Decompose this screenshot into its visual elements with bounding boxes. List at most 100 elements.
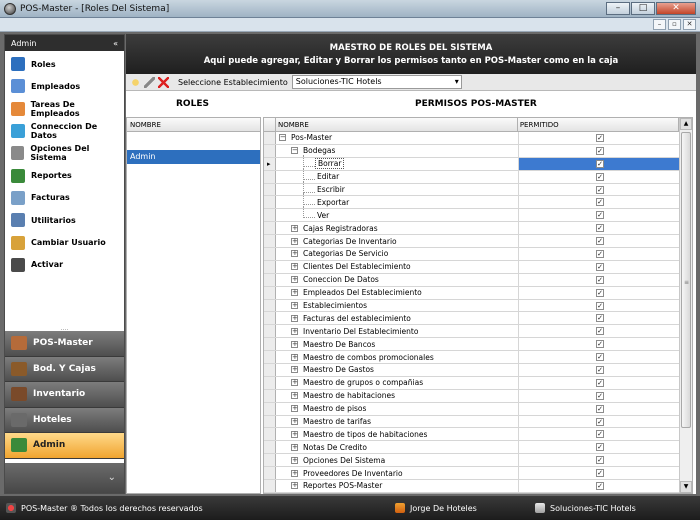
allowed-checkbox[interactable]: ✓ — [596, 365, 604, 374]
sidebar-item-reportes[interactable]: Reportes — [5, 164, 124, 186]
sidebar-item-tareas-de-empleados[interactable]: Tareas De Empleados — [5, 98, 124, 120]
allowed-checkbox[interactable]: ✓ — [596, 417, 604, 426]
permission-row[interactable]: + Proveedores De Inventario ✓ — [264, 467, 681, 481]
expand-node-icon[interactable]: + — [291, 443, 298, 451]
row-selector[interactable] — [264, 157, 276, 170]
permission-row[interactable]: Escribir ✓ — [264, 180, 681, 197]
add-icon[interactable] — [130, 76, 141, 88]
permission-row[interactable]: + Maestro de habitaciones ✓ — [264, 389, 681, 403]
permission-row[interactable]: Ver ✓ — [264, 206, 681, 223]
expand-node-icon[interactable]: + — [291, 405, 298, 413]
allowed-checkbox[interactable]: ✓ — [596, 262, 604, 271]
sidebar-item-cambiar-usuario[interactable]: Cambiar Usuario — [5, 231, 124, 253]
expand-node-icon[interactable]: + — [291, 353, 298, 361]
expand-node-icon[interactable]: + — [291, 379, 298, 387]
permission-row[interactable]: + Categorias De Servicio ✓ — [264, 248, 681, 261]
allowed-checkbox[interactable]: ✓ — [596, 430, 604, 439]
row-selector[interactable] — [264, 209, 276, 222]
child-minimize-button[interactable]: – — [653, 19, 666, 30]
expand-node-icon[interactable]: + — [291, 327, 298, 335]
section-admin[interactable]: Admin — [5, 433, 124, 459]
permission-row[interactable]: + Facturas del establecimiento ✓ — [264, 312, 681, 326]
permission-row[interactable]: + Clientes Del Establecimiento ✓ — [264, 260, 681, 274]
allowed-checkbox[interactable]: ✓ — [596, 391, 604, 400]
permission-row[interactable]: − Bodegas ✓ — [264, 144, 681, 158]
permission-row[interactable]: + Empleados Del Establecimiento ✓ — [264, 286, 681, 300]
allowed-checkbox[interactable]: ✓ — [596, 481, 604, 490]
expand-node-icon[interactable]: + — [291, 314, 298, 322]
allowed-checkbox[interactable]: ✓ — [596, 133, 604, 142]
row-selector[interactable] — [264, 415, 276, 428]
delete-icon[interactable] — [158, 76, 169, 88]
allowed-checkbox[interactable]: ✓ — [596, 378, 604, 387]
row-selector[interactable] — [264, 325, 276, 338]
expand-node-icon[interactable]: + — [291, 392, 298, 400]
sidebar-item-opciones-del-sistema[interactable]: Opciones Del Sistema — [5, 142, 124, 164]
row-selector[interactable] — [264, 144, 276, 157]
close-button[interactable]: ✕ — [656, 2, 696, 15]
permission-row[interactable]: Editar ✓ — [264, 167, 681, 184]
row-selector[interactable] — [264, 312, 276, 325]
expand-node-icon[interactable]: + — [291, 237, 298, 245]
row-selector[interactable] — [264, 170, 276, 183]
row-selector[interactable] — [264, 402, 276, 415]
permission-row[interactable]: + Maestro de tipos de habitaciones ✓ — [264, 428, 681, 442]
allowed-checkbox[interactable]: ✓ — [596, 456, 604, 465]
allowed-checkbox[interactable]: ✓ — [596, 237, 604, 246]
permission-row[interactable]: + Maestro De Gastos ✓ — [264, 364, 681, 377]
edit-icon[interactable] — [144, 76, 155, 88]
expand-node-icon[interactable]: + — [291, 224, 298, 232]
allowed-checkbox[interactable]: ✓ — [596, 159, 604, 168]
collapse-node-icon[interactable]: − — [291, 147, 298, 155]
allowed-checkbox[interactable]: ✓ — [596, 404, 604, 413]
permission-row[interactable]: + Cajas Registradoras ✓ — [264, 222, 681, 236]
allowed-checkbox[interactable]: ✓ — [596, 288, 604, 297]
allowed-checkbox[interactable]: ✓ — [596, 314, 604, 323]
permission-row[interactable]: + Opciones Del Sistema ✓ — [264, 454, 681, 468]
permission-row[interactable]: + Maestro de pisos ✓ — [264, 402, 681, 416]
row-selector[interactable] — [264, 132, 276, 144]
allowed-checkbox[interactable]: ✓ — [596, 185, 604, 194]
row-selector[interactable] — [264, 364, 276, 376]
permission-row[interactable]: Borrar ✓ — [264, 154, 681, 171]
permission-row[interactable]: + Reportes POS-Master ✓ — [264, 480, 681, 493]
row-selector[interactable] — [264, 480, 276, 492]
row-selector[interactable] — [264, 273, 276, 286]
expand-node-icon[interactable]: + — [291, 302, 298, 310]
row-selector[interactable] — [264, 196, 276, 209]
row-selector[interactable] — [264, 338, 276, 351]
sidebar-item-conneccion-de-datos[interactable]: Conneccion De Datos — [5, 120, 124, 142]
row-selector[interactable] — [264, 389, 276, 402]
expand-node-icon[interactable]: + — [291, 456, 298, 464]
expand-node-icon[interactable]: + — [291, 482, 298, 490]
expand-node-icon[interactable]: + — [291, 366, 298, 374]
permission-row[interactable]: + Maestro de combos promocionales ✓ — [264, 351, 681, 365]
permission-row[interactable]: + Maestro de grupos o compañias ✓ — [264, 376, 681, 390]
row-selector[interactable] — [264, 260, 276, 273]
allowed-checkbox[interactable]: ✓ — [596, 353, 604, 362]
permission-row[interactable]: + Notas De Credito ✓ — [264, 441, 681, 455]
sidebar-item-empleados[interactable]: Empleados — [5, 75, 124, 97]
minimize-button[interactable]: – — [606, 2, 630, 15]
scroll-down-icon[interactable]: ▼ — [680, 481, 692, 493]
section-pos-master[interactable]: POS-Master — [5, 331, 124, 357]
expand-node-icon[interactable]: + — [291, 289, 298, 297]
collapse-sidebar-button[interactable]: « — [113, 39, 118, 48]
sidebar-footer-chevron-icon[interactable]: ⌄ — [5, 463, 124, 493]
allowed-column-header[interactable]: PERMITIDO — [518, 118, 680, 131]
child-restore-button[interactable]: ▫ — [668, 19, 681, 30]
allowed-checkbox[interactable]: ✓ — [596, 469, 604, 478]
allowed-checkbox[interactable]: ✓ — [596, 327, 604, 336]
allowed-checkbox[interactable]: ✓ — [596, 146, 604, 155]
row-selector[interactable] — [264, 428, 276, 441]
child-close-button[interactable]: ✕ — [683, 19, 696, 30]
collapse-node-icon[interactable]: − — [279, 134, 286, 142]
allowed-checkbox[interactable]: ✓ — [596, 340, 604, 349]
permission-row[interactable]: + Coneccion De Datos ✓ — [264, 273, 681, 287]
row-selector[interactable] — [264, 286, 276, 299]
name-column-header[interactable]: NOMBRE — [276, 118, 518, 131]
allowed-checkbox[interactable]: ✓ — [596, 211, 604, 220]
row-selector[interactable] — [264, 183, 276, 196]
allowed-checkbox[interactable]: ✓ — [596, 275, 604, 284]
expand-node-icon[interactable]: + — [291, 340, 298, 348]
